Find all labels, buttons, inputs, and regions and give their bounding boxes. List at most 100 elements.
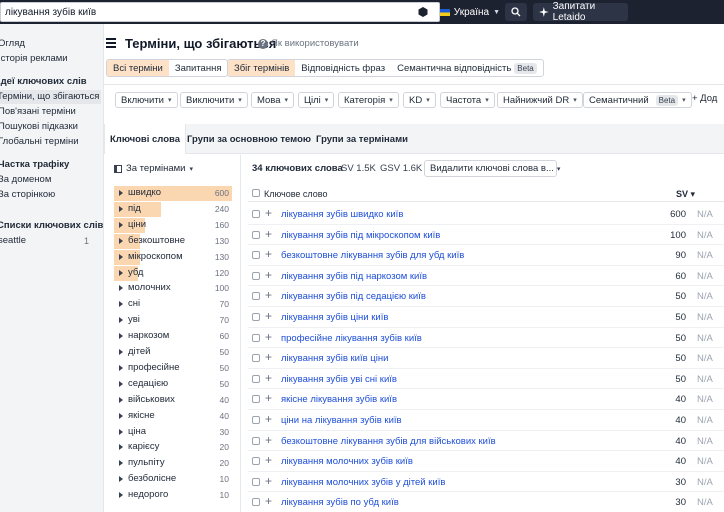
sidebar-item-by-domain[interactable]: За доменом xyxy=(0,173,51,187)
row-checkbox[interactable] xyxy=(252,230,260,239)
add-to-list-icon[interactable]: + xyxy=(265,371,272,385)
row-checkbox[interactable] xyxy=(252,251,260,260)
add-to-list-icon[interactable]: + xyxy=(265,433,272,447)
keyword-search-input[interactable] xyxy=(5,5,405,19)
keyword-link[interactable]: лікування зубів уві сні київ xyxy=(281,374,397,385)
tab-groups-by-parent-topic[interactable]: Групи за основною темою xyxy=(187,124,311,154)
add-filter-button[interactable]: + Дод xyxy=(692,93,717,104)
expand-triangle-icon[interactable] xyxy=(119,269,123,276)
expand-triangle-icon[interactable] xyxy=(119,301,123,308)
expand-triangle-icon[interactable] xyxy=(119,333,123,340)
keyword-link[interactable]: професійне лікування зубів київ xyxy=(281,333,422,344)
questions-option[interactable]: Запитання xyxy=(169,60,228,76)
keyword-search-box[interactable] xyxy=(0,2,440,22)
add-to-list-icon[interactable]: + xyxy=(265,350,272,364)
keyword-link[interactable]: лікування зубів під наркозом київ xyxy=(281,271,427,282)
filter-intents[interactable]: Цілі ▾ xyxy=(298,92,335,108)
term-group-item[interactable]: безболісне 10 xyxy=(114,472,232,487)
tab-keywords[interactable]: Ключові слова xyxy=(104,124,186,154)
expand-triangle-icon[interactable] xyxy=(119,492,123,499)
terms-match-option[interactable]: Збіг термінів xyxy=(228,60,296,76)
row-checkbox[interactable] xyxy=(252,313,260,321)
ask-assistant-button[interactable]: Запитати Letaido xyxy=(533,1,628,23)
term-group-item[interactable]: ціни 160 xyxy=(114,217,232,233)
sidebar-item-matching-terms[interactable]: Терміни, що збігаються xyxy=(0,90,101,104)
term-group-item[interactable]: швидко 600 xyxy=(114,186,232,201)
row-checkbox[interactable] xyxy=(252,436,260,445)
row-checkbox[interactable] xyxy=(252,354,260,363)
column-sv[interactable]: SV ▾ xyxy=(676,189,695,200)
row-checkbox[interactable] xyxy=(252,395,260,404)
expand-triangle-icon[interactable] xyxy=(119,221,123,228)
keyword-link[interactable]: лікування молочних зубів київ xyxy=(281,456,413,467)
filter-kd[interactable]: KD ▾ xyxy=(403,92,436,108)
term-group-item[interactable]: мікроскопом 130 xyxy=(114,249,232,265)
row-checkbox[interactable] xyxy=(252,374,260,383)
add-to-list-icon[interactable]: + xyxy=(265,309,272,323)
term-group-item[interactable]: молочних 100 xyxy=(114,281,232,296)
filter-lowest-dr[interactable]: Найнижчий DR ▾ xyxy=(497,92,583,108)
sidebar-item-search-suggestions[interactable]: Пошукові підказки xyxy=(0,120,78,134)
term-group-item[interactable]: дітей 50 xyxy=(114,345,232,360)
row-checkbox[interactable] xyxy=(252,271,260,280)
menu-icon[interactable] xyxy=(106,38,116,48)
term-group-item[interactable]: недорого 10 xyxy=(114,488,232,503)
row-checkbox[interactable] xyxy=(252,333,260,342)
keyword-link[interactable]: лікування молочних зубів у дітей київ xyxy=(281,477,445,488)
expand-triangle-icon[interactable] xyxy=(119,237,123,244)
filter-exclude[interactable]: Виключити ▾ xyxy=(180,92,248,108)
filter-semantic[interactable]: Семантичний Beta ▾ xyxy=(583,92,692,108)
expand-triangle-icon[interactable] xyxy=(119,412,123,419)
add-to-list-icon[interactable]: + xyxy=(265,391,272,405)
filter-language[interactable]: Мова ▾ xyxy=(251,92,295,108)
keyword-link[interactable]: безкоштовне лікування зубів для убд київ xyxy=(281,250,464,261)
sidebar-item-seattle[interactable]: seattle 1 xyxy=(0,234,102,248)
expand-triangle-icon[interactable] xyxy=(119,396,123,403)
engine-logo-icon[interactable] xyxy=(414,3,432,21)
expand-triangle-icon[interactable] xyxy=(119,317,123,324)
country-selector[interactable]: Україна ▼ xyxy=(440,3,500,21)
term-group-item[interactable]: уві 70 xyxy=(114,313,232,328)
row-checkbox[interactable] xyxy=(252,292,260,301)
expand-triangle-icon[interactable] xyxy=(119,349,123,355)
add-to-list-icon[interactable]: + xyxy=(265,206,272,220)
keyword-link[interactable]: лікування зубів по убд київ xyxy=(281,497,399,508)
term-group-item[interactable]: убд 120 xyxy=(114,265,232,281)
all-terms-option[interactable]: Всі терміни xyxy=(107,60,169,76)
sidebar-item-related-terms[interactable]: Пов'язані терміни xyxy=(0,105,76,119)
term-group-item[interactable]: сні 70 xyxy=(114,297,232,312)
filter-frequency[interactable]: Частота ▾ xyxy=(440,92,495,108)
expand-triangle-icon[interactable] xyxy=(119,476,123,483)
semantic-match-option[interactable]: Семантична відповідність Beta xyxy=(391,60,543,76)
term-group-item[interactable]: карієсу 20 xyxy=(114,440,232,455)
expand-triangle-icon[interactable] xyxy=(119,460,123,467)
column-keyword[interactable]: Ключове слово xyxy=(264,189,327,199)
term-group-item[interactable]: ціна 30 xyxy=(114,425,232,440)
term-group-item[interactable]: під 240 xyxy=(114,201,232,217)
delete-keywords-button[interactable]: Видалити ключові слова в... ▾ xyxy=(424,160,560,177)
expand-triangle-icon[interactable] xyxy=(119,444,123,451)
keyword-link[interactable]: лікування зубів під седацією київ xyxy=(281,291,426,302)
term-group-item[interactable]: безкоштовне 130 xyxy=(114,233,232,249)
keyword-link[interactable]: лікування зубів швидко київ xyxy=(281,209,403,220)
expand-triangle-icon[interactable] xyxy=(119,364,123,371)
add-to-list-icon[interactable]: + xyxy=(265,453,272,467)
expand-triangle-icon[interactable] xyxy=(119,205,123,212)
term-group-item[interactable]: наркозом 60 xyxy=(114,329,232,344)
keyword-link[interactable]: якісне лікування зубів київ xyxy=(281,394,397,405)
add-to-list-icon[interactable]: + xyxy=(265,412,272,426)
keyword-link[interactable]: лікування зубів ціни київ xyxy=(281,312,388,323)
add-to-list-icon[interactable]: + xyxy=(265,288,272,302)
term-group-item[interactable]: якісне 40 xyxy=(114,409,232,424)
row-checkbox[interactable] xyxy=(252,416,260,424)
add-to-list-icon[interactable]: + xyxy=(265,494,272,508)
expand-triangle-icon[interactable] xyxy=(119,253,123,260)
row-checkbox[interactable] xyxy=(252,457,260,466)
add-to-list-icon[interactable]: + xyxy=(265,247,272,261)
add-to-list-icon[interactable]: + xyxy=(265,474,272,488)
filter-category[interactable]: Категорія ▾ xyxy=(338,92,399,108)
term-group-item[interactable]: професійне 50 xyxy=(114,361,232,376)
sidebar-item-global-terms[interactable]: Глобальні терміни xyxy=(0,135,79,149)
keyword-link[interactable]: безкоштовне лікування зубів для військов… xyxy=(281,436,496,447)
row-checkbox[interactable] xyxy=(252,498,260,507)
